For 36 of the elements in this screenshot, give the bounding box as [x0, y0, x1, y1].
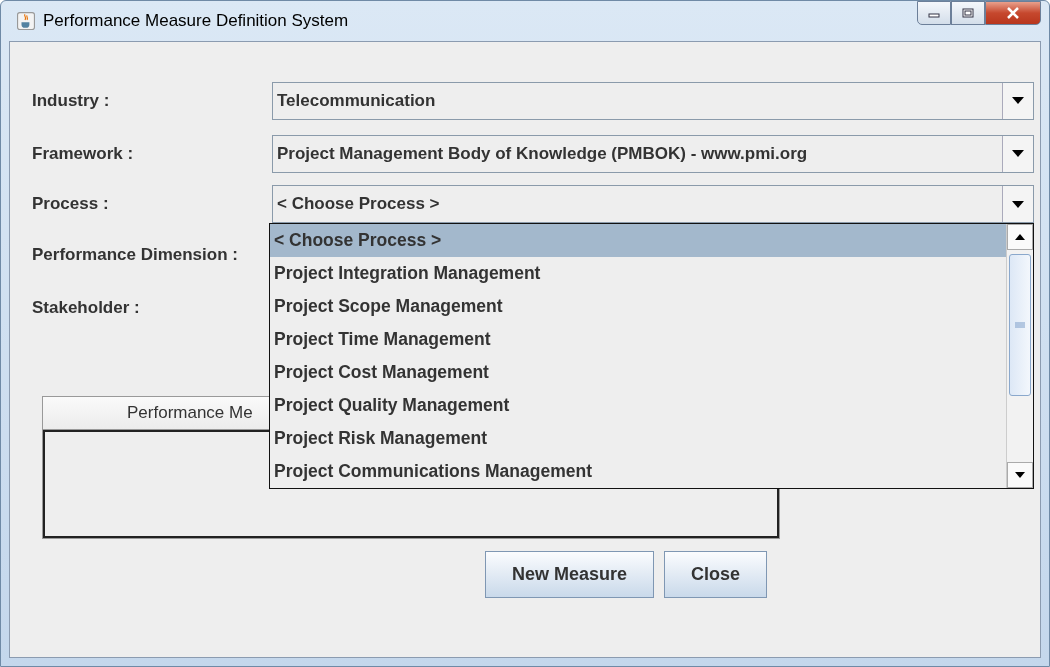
caret-icon [1012, 200, 1024, 208]
close-icon [1006, 7, 1020, 19]
field-label: Industry : [32, 90, 111, 111]
maximize-icon [962, 8, 974, 18]
field-label: Stakeholder : [32, 297, 141, 318]
window-title: Performance Measure Definition System [43, 11, 349, 31]
column-header[interactable]: Performance Me [43, 397, 253, 429]
dropdown-option[interactable]: Project Cost Management [270, 356, 1006, 389]
grip-icon [1015, 322, 1025, 328]
combo-box[interactable]: Telecommunication [272, 81, 1034, 120]
dropdown-option[interactable]: Project Communications Management [270, 455, 1006, 488]
maximize-button[interactable] [951, 1, 985, 25]
dropdown-option[interactable]: Project Time Management [270, 323, 1006, 356]
field-label: Process : [32, 194, 110, 214]
dropdown-option[interactable]: Project Scope Management [270, 290, 1006, 323]
combo-box[interactable]: < Choose Process > [272, 185, 1034, 223]
caret-icon [1012, 97, 1024, 104]
java-cup-icon [17, 12, 35, 30]
dropdown-option[interactable]: Project Quality Management [270, 389, 1006, 422]
close-button[interactable]: Close [664, 551, 768, 598]
dropdown-option[interactable]: < Choose Process > [270, 224, 1006, 257]
close-button[interactable] [985, 1, 1041, 25]
scroll-down-button[interactable] [1007, 462, 1033, 488]
dropdown-option[interactable]: Project Risk Management [270, 422, 1006, 455]
up-arrow-icon [1015, 234, 1025, 240]
scrollbar[interactable] [1006, 224, 1033, 488]
caret-icon [1012, 150, 1024, 157]
combo-box[interactable]: Project Management Body of Knowledge (PMBOK) - www.pmi.org [272, 134, 1034, 173]
field-label: Framework : [32, 143, 135, 164]
minimize-button[interactable] [917, 1, 951, 25]
new-measure-button[interactable]: New Measure [485, 551, 655, 598]
dropdown-option[interactable]: Project Integration Management [270, 257, 1006, 290]
scroll-up-button[interactable] [1007, 224, 1033, 250]
down-arrow-icon [1015, 472, 1025, 478]
field-label: Performance Dimension : [32, 244, 239, 265]
scroll-thumb[interactable] [1009, 254, 1031, 396]
